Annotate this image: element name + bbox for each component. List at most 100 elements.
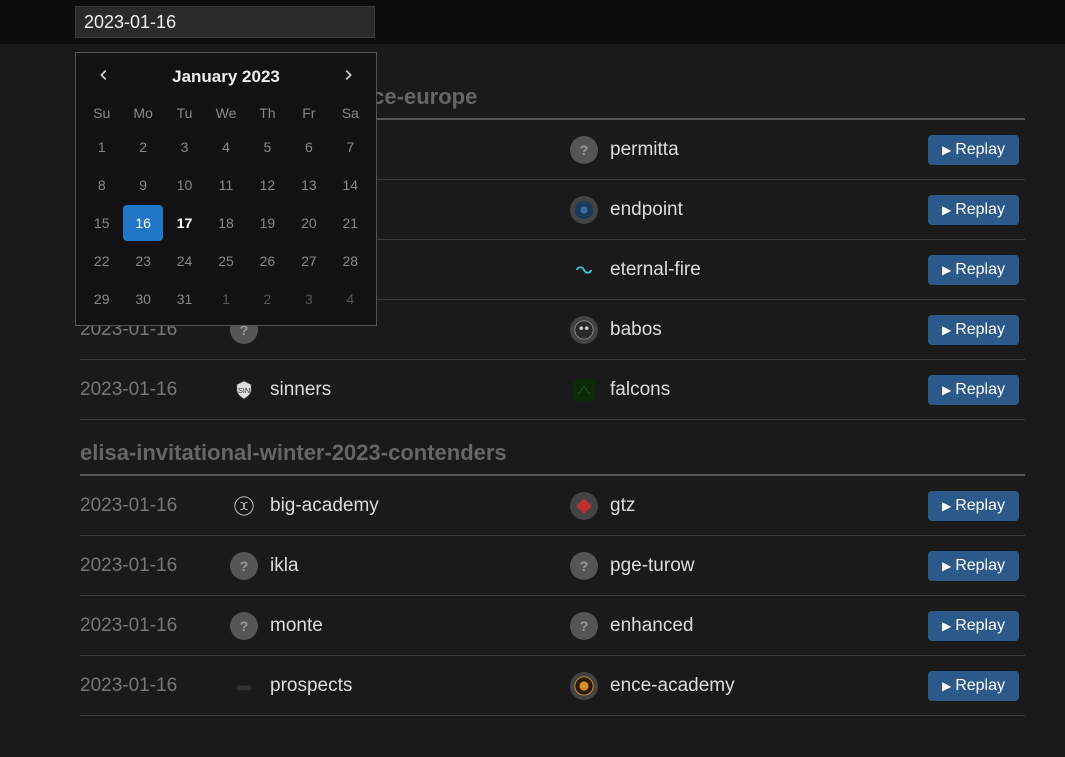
replay-label: Replay	[955, 557, 1005, 575]
replay-button[interactable]: ▶ Replay	[928, 315, 1019, 345]
datepicker-day[interactable]: 14	[331, 167, 370, 203]
team-name: big-academy	[270, 495, 379, 517]
replay-button[interactable]: ▶Replay	[928, 195, 1019, 225]
team-name: enhanced	[610, 615, 693, 637]
team-b[interactable]: gtz	[570, 492, 928, 520]
datepicker-day[interactable]: 22	[82, 243, 121, 279]
team-name: ikla	[270, 555, 299, 577]
datepicker-day[interactable]: 6	[289, 129, 328, 165]
play-icon: ▶	[942, 559, 951, 573]
datepicker-day[interactable]: 26	[248, 243, 287, 279]
datepicker-day[interactable]: 29	[82, 281, 121, 317]
datepicker-day[interactable]: 20	[289, 205, 328, 241]
datepicker-day[interactable]: 10	[165, 167, 204, 203]
team-logo-icon	[570, 492, 598, 520]
svg-text:SIN: SIN	[238, 385, 250, 394]
datepicker-day[interactable]: 27	[289, 243, 328, 279]
datepicker-day[interactable]: 25	[206, 243, 245, 279]
team-name: sinners	[270, 379, 331, 401]
datepicker-day[interactable]: 18	[206, 205, 245, 241]
date-input[interactable]	[75, 6, 375, 38]
replay-label: Replay	[955, 381, 1005, 399]
datepicker-day[interactable]: 3	[289, 281, 328, 317]
datepicker-day[interactable]: 3	[165, 129, 204, 165]
datepicker-day[interactable]: 24	[165, 243, 204, 279]
datepicker-day[interactable]: 17	[165, 205, 204, 241]
team-b[interactable]: ence-academy	[570, 672, 928, 700]
team-logo-icon	[570, 196, 598, 224]
datepicker-day[interactable]: 2	[123, 129, 162, 165]
replay-button[interactable]: ▶Replay	[928, 135, 1019, 165]
datepicker-day[interactable]: 12	[248, 167, 287, 203]
datepicker-day[interactable]: 30	[123, 281, 162, 317]
datepicker-day[interactable]: 15	[82, 205, 121, 241]
datepicker-day[interactable]: 8	[82, 167, 121, 203]
team-a[interactable]: ?ikla	[230, 552, 570, 580]
team-b[interactable]: eternal-fire	[570, 256, 928, 284]
replay-button[interactable]: ▶ Replay	[928, 375, 1019, 405]
team-logo-icon: ?	[570, 136, 598, 164]
datepicker-day[interactable]: 2	[248, 281, 287, 317]
datepicker-day[interactable]: 19	[248, 205, 287, 241]
team-name: prospects	[270, 675, 352, 697]
datepicker-day[interactable]: 31	[165, 281, 204, 317]
datepicker-day[interactable]: 4	[331, 281, 370, 317]
match-date: 2023-01-16	[80, 615, 230, 637]
datepicker-next-icon[interactable]	[336, 68, 360, 87]
match-date: 2023-01-16	[80, 675, 230, 697]
replay-label: Replay	[955, 141, 1005, 159]
replay-button[interactable]: ▶Replay	[928, 255, 1019, 285]
team-name: monte	[270, 615, 323, 637]
match-row: 2023-01-16?ikla?pge-turow▶Replay	[80, 536, 1025, 596]
datepicker-day[interactable]: 23	[123, 243, 162, 279]
play-icon: ▶	[942, 323, 951, 337]
datepicker-day[interactable]: 21	[331, 205, 370, 241]
team-b[interactable]: falcons	[570, 376, 928, 404]
datepicker-day[interactable]: 4	[206, 129, 245, 165]
replay-button[interactable]: ▶Replay	[928, 491, 1019, 521]
replay-button[interactable]: ▶ Replay	[928, 551, 1019, 581]
play-icon: ▶	[942, 383, 951, 397]
datepicker-day[interactable]: 1	[206, 281, 245, 317]
team-name: permitta	[610, 139, 679, 161]
team-a[interactable]: SIN sinners	[230, 376, 570, 404]
team-b[interactable]: babos	[570, 316, 928, 344]
datepicker-day[interactable]: 9	[123, 167, 162, 203]
team-b[interactable]: ?enhanced	[570, 612, 928, 640]
topbar	[0, 0, 1065, 44]
play-icon: ▶	[942, 679, 951, 693]
play-icon: ▶	[942, 619, 951, 633]
team-b[interactable]: ? permitta	[570, 136, 928, 164]
datepicker-dow: Su	[82, 99, 121, 127]
team-name: gtz	[610, 495, 635, 517]
team-a[interactable]: big-academy	[230, 492, 570, 520]
team-a[interactable]: prospects	[230, 672, 570, 700]
team-name: pge-turow	[610, 555, 695, 577]
replay-label: Replay	[955, 321, 1005, 339]
league-title: elisa-invitational-winter-2023-contender…	[80, 440, 1025, 466]
datepicker-day[interactable]: 11	[206, 167, 245, 203]
match-date: 2023-01-16	[80, 495, 230, 517]
match-row: 2023-01-16SINsinnersfalcons▶Replay	[80, 360, 1025, 420]
team-logo-icon	[230, 492, 258, 520]
play-icon: ▶	[942, 263, 951, 277]
datepicker-day[interactable]: 1	[82, 129, 121, 165]
team-a[interactable]: ? monte	[230, 612, 570, 640]
datepicker-title[interactable]: January 2023	[172, 67, 280, 87]
team-logo-icon	[570, 316, 598, 344]
datepicker-dow: Th	[248, 99, 287, 127]
datepicker-day[interactable]: 7	[331, 129, 370, 165]
datepicker-day[interactable]: 13	[289, 167, 328, 203]
datepicker-day[interactable]: 5	[248, 129, 287, 165]
team-b[interactable]: endpoint	[570, 196, 928, 224]
datepicker-prev-icon[interactable]	[92, 68, 116, 87]
datepicker-day[interactable]: 16	[123, 205, 162, 241]
team-logo-icon: ?	[230, 612, 258, 640]
replay-button[interactable]: ▶Replay	[928, 671, 1019, 701]
datepicker-day[interactable]: 28	[331, 243, 370, 279]
team-b[interactable]: ?pge-turow	[570, 552, 928, 580]
replay-button[interactable]: ▶Replay	[928, 611, 1019, 641]
datepicker-grid: SuMoTuWeThFrSa12345678910111213141516171…	[82, 99, 370, 317]
match-row: 2023-01-16 prospects ence-academy▶Replay	[80, 656, 1025, 716]
datepicker-dow: Fr	[289, 99, 328, 127]
